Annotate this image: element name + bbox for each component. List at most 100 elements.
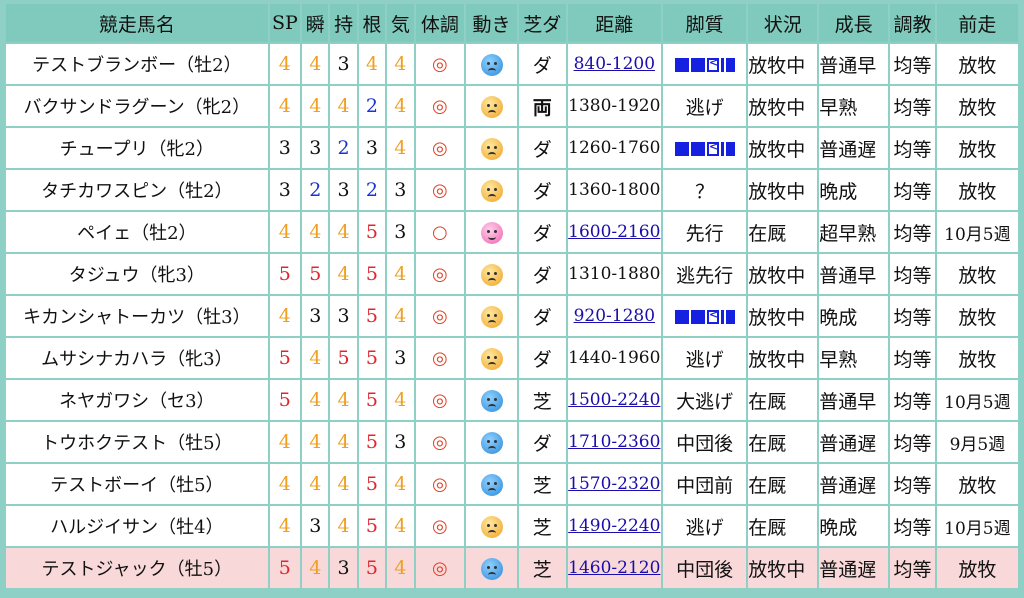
distance-text: 1380-1920 bbox=[568, 96, 661, 116]
distance-link[interactable]: 1460-2120 bbox=[568, 558, 660, 578]
distance-link[interactable]: 1500-2240 bbox=[568, 390, 660, 410]
distance-link[interactable]: 1570-2320 bbox=[568, 474, 660, 494]
horse-row[interactable]: トウホクテスト（牡5） 4 4 4 5 3 ◎ ダ 1710-2360 中団後 在厩 普通遅 均等 9月5… bbox=[6, 422, 1018, 462]
sp-cell: 5 bbox=[269, 338, 301, 378]
horse-row[interactable]: バクサンドラグーン（牝2） 4 4 4 2 4 ◎ 両 1380-1920 逃げ 放牧中 早熟 均等 放牧 bbox=[6, 86, 1018, 126]
ji-cell: 4 bbox=[330, 464, 357, 504]
prev-cell: 放牧 bbox=[936, 170, 1018, 210]
grade-value: 4 bbox=[394, 473, 407, 495]
movement-cell bbox=[466, 128, 517, 168]
condition-mark: ◎ bbox=[431, 264, 448, 285]
distance-cell: 1260-1760 bbox=[567, 128, 662, 168]
running-style-cell: 先行 bbox=[663, 212, 747, 252]
horse-name-cell[interactable]: テストブランボー（牡2） bbox=[6, 44, 268, 84]
sad-face-icon bbox=[480, 389, 503, 412]
shun-cell: 4 bbox=[302, 422, 329, 462]
ji-cell: 3 bbox=[330, 44, 357, 84]
distance-link[interactable]: 920-1280 bbox=[574, 306, 655, 326]
horse-row[interactable]: チュープリ（牝2）33234◎ダ1260-1760放牧中普通遅均等放牧 bbox=[6, 128, 1018, 168]
grade-value: 5 bbox=[309, 263, 322, 285]
grade-value: 4 bbox=[278, 431, 291, 453]
horse-name-cell[interactable]: バクサンドラグーン（牝2） bbox=[6, 86, 268, 126]
condition-mark: ◎ bbox=[431, 390, 448, 411]
horse-row[interactable]: キカンシャトーカツ（牡3）43354◎ダ920-1280放牧中晩成均等放牧 bbox=[6, 296, 1018, 336]
worried-face-icon bbox=[480, 515, 503, 538]
running-style-cell bbox=[663, 44, 747, 84]
distance-cell[interactable]: 840-1200 bbox=[567, 44, 662, 84]
ki-cell: 3 bbox=[387, 170, 414, 210]
status-cell: 放牧中 bbox=[748, 296, 818, 336]
distance-cell[interactable]: 1710-2360 bbox=[567, 422, 662, 462]
horse-name-cell[interactable]: チュープリ（牝2） bbox=[6, 128, 268, 168]
distance-link[interactable]: 1710-2360 bbox=[568, 432, 660, 452]
grade-value: 4 bbox=[309, 389, 322, 411]
distance-link[interactable]: 840-1200 bbox=[574, 54, 655, 74]
grade-value: 3 bbox=[394, 179, 407, 201]
running-style-cell: ？ bbox=[663, 170, 747, 210]
distance-cell[interactable]: 1600-2160 bbox=[567, 212, 662, 252]
growth-cell: 晩成 bbox=[819, 296, 889, 336]
distance-cell: 1310-1880 bbox=[567, 254, 662, 294]
grade-value: 4 bbox=[394, 305, 407, 327]
status-cell: 在厩 bbox=[748, 422, 818, 462]
horse-row[interactable]: ネヤガワシ（セ3） 5 4 4 5 4 ◎ 芝 1500-2240 大逃げ 在厩 普通早 均等 10月5週 bbox=[6, 380, 1018, 420]
horse-name-cell[interactable]: タチカワスピン（牡2） bbox=[6, 170, 268, 210]
condition-mark: ○ bbox=[431, 222, 448, 243]
grade-value: 5 bbox=[365, 305, 378, 327]
distance-cell[interactable]: 1500-2240 bbox=[567, 380, 662, 420]
grade-value: 5 bbox=[278, 557, 291, 579]
style-pattern-icon bbox=[674, 307, 735, 324]
train-cell: 均等 bbox=[890, 44, 935, 84]
horse-row[interactable]: テストブランボー（牡2）44344◎ダ840-1200放牧中普通早均等放牧 bbox=[6, 44, 1018, 84]
ki-cell: 3 bbox=[387, 212, 414, 252]
distance-link[interactable]: 1490-2240 bbox=[568, 516, 660, 536]
horse-row[interactable]: タジュウ（牝3） 5 5 4 5 4 ◎ ダ 1310-1880 逃先行 放牧中 普通早 均等 放牧 bbox=[6, 254, 1018, 294]
horse-name-cell[interactable]: テストボーイ（牡5） bbox=[6, 464, 268, 504]
distance-cell[interactable]: 1490-2240 bbox=[567, 506, 662, 546]
sp-cell: 4 bbox=[269, 86, 301, 126]
horse-row[interactable]: ペイェ（牡2） 4 4 4 5 3 ○ ダ 1600-2160 先行 在厩 超早熟 均等 10月5週 bbox=[6, 212, 1018, 252]
horse-name-cell[interactable]: タジュウ（牝3） bbox=[6, 254, 268, 294]
distance-text: 1440-1960 bbox=[568, 348, 661, 368]
prev-cell: 10月5週 bbox=[936, 212, 1018, 252]
grade-value: 4 bbox=[337, 389, 350, 411]
condition-cell: ◎ bbox=[415, 422, 465, 462]
horse-name-cell[interactable]: トウホクテスト（牡5） bbox=[6, 422, 268, 462]
horse-row[interactable]: テストジャック（牡5） 5 4 3 5 4 ◎ 芝 1460-2120 中団後 放牧中 普通遅 均等 放牧 bbox=[6, 548, 1018, 588]
grade-value: 5 bbox=[278, 347, 291, 369]
grade-value: 4 bbox=[309, 221, 322, 243]
horse-name-cell[interactable]: テストジャック（牡5） bbox=[6, 548, 268, 588]
distance-cell[interactable]: 1460-2120 bbox=[567, 548, 662, 588]
distance-cell[interactable]: 920-1280 bbox=[567, 296, 662, 336]
growth-cell: 早熟 bbox=[819, 86, 889, 126]
movement-cell bbox=[466, 422, 517, 462]
condition-mark: ◎ bbox=[431, 138, 448, 159]
horse-name-cell[interactable]: キカンシャトーカツ（牡3） bbox=[6, 296, 268, 336]
ki-cell: 4 bbox=[387, 380, 414, 420]
horse-name-cell[interactable]: ネヤガワシ（セ3） bbox=[6, 380, 268, 420]
distance-link[interactable]: 1600-2160 bbox=[568, 222, 660, 242]
horse-name-cell[interactable]: ハルジイサン（牡4） bbox=[6, 506, 268, 546]
horse-name-cell[interactable]: ペイェ（牡2） bbox=[6, 212, 268, 252]
grade-value: 4 bbox=[394, 263, 407, 285]
kon-cell: 5 bbox=[358, 464, 386, 504]
horse-row[interactable]: ムサシナカハラ（牝3） 5 4 5 5 3 ◎ ダ 1440-1960 逃げ 放牧中 早熟 均等 放牧 bbox=[6, 338, 1018, 378]
condition-cell: ◎ bbox=[415, 338, 465, 378]
horse-row[interactable]: テストボーイ（牡5） 4 4 4 5 4 ◎ 芝 1570-2320 中団前 在厩 普通遅 均等 放牧 bbox=[6, 464, 1018, 504]
running-style-cell bbox=[663, 296, 747, 336]
grade-value: 4 bbox=[337, 515, 350, 537]
shun-cell: 4 bbox=[302, 380, 329, 420]
sp-cell: 4 bbox=[269, 296, 301, 336]
surface-cell: ダ bbox=[518, 212, 566, 252]
status-cell: 在厩 bbox=[748, 506, 818, 546]
horse-name-cell[interactable]: ムサシナカハラ（牝3） bbox=[6, 338, 268, 378]
distance-cell[interactable]: 1570-2320 bbox=[567, 464, 662, 504]
status-cell: 放牧中 bbox=[748, 548, 818, 588]
column-header: 成長 bbox=[819, 4, 889, 42]
horse-row[interactable]: ハルジイサン（牡4） 4 3 4 5 4 ◎ 芝 1490-2240 逃げ 在厩 晩成 均等 10月5週 bbox=[6, 506, 1018, 546]
growth-cell: 普通早 bbox=[819, 380, 889, 420]
horse-row[interactable]: タチカワスピン（牡2） 3 2 3 2 3 ◎ ダ 1360-1800？放牧中 晩成 均等 放牧 bbox=[6, 170, 1018, 210]
prev-cell: 放牧 bbox=[936, 86, 1018, 126]
worried-face-icon bbox=[480, 95, 503, 118]
movement-cell bbox=[466, 548, 517, 588]
